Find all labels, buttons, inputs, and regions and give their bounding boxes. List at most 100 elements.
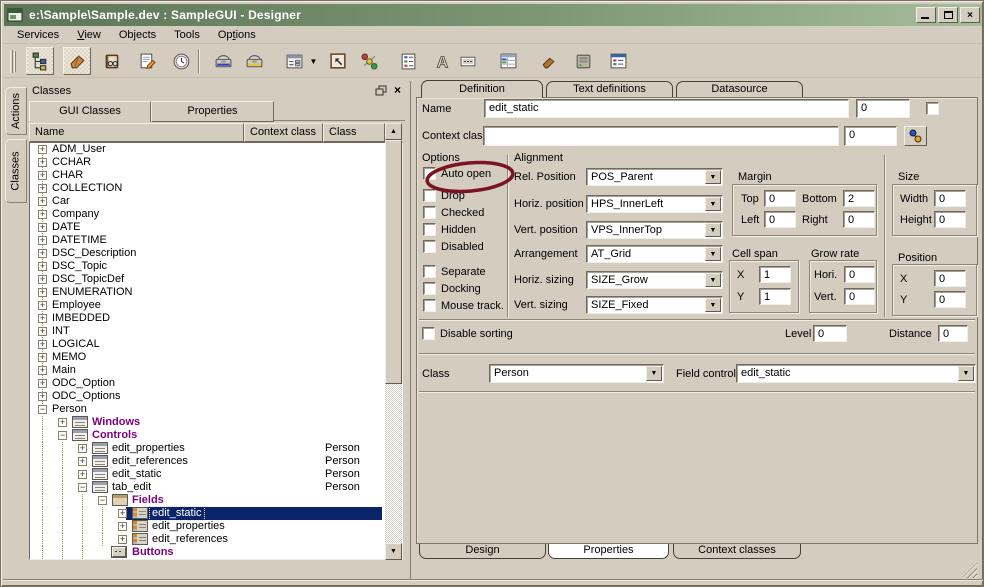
tree-row[interactable]: +Car <box>30 195 382 208</box>
scroll-down-icon[interactable]: ▼ <box>385 543 402 560</box>
tree-row[interactable]: +edit_properties <box>30 520 382 533</box>
name-input[interactable]: edit_static <box>484 99 849 118</box>
context-class-picker-button[interactable] <box>904 126 927 146</box>
chevron-down-icon[interactable]: ▼ <box>705 197 721 211</box>
server-button[interactable] <box>569 47 597 75</box>
menu-item-objects[interactable]: Objects <box>110 27 165 43</box>
close-panel-icon[interactable]: × <box>391 85 404 97</box>
sidebar-tab-actions[interactable]: Actions <box>5 87 27 135</box>
tree-row[interactable]: +MEMO <box>30 351 382 364</box>
tree-row[interactable]: +DSC_TopicDef <box>30 273 382 286</box>
chevron-down-icon[interactable]: ▼ <box>705 298 721 312</box>
tree-row[interactable]: +ODC_Options <box>30 390 382 403</box>
tree-row[interactable]: +ODC_Option <box>30 377 382 390</box>
level-input[interactable]: 0 <box>813 325 847 342</box>
title-bar[interactable]: e:\Sample\Sample.dev : SampleGUI - Desig… <box>4 4 982 26</box>
column-header-name[interactable]: Name <box>29 123 244 142</box>
drawer-blue-button[interactable] <box>209 47 237 75</box>
tree-row[interactable]: +INT <box>30 325 382 338</box>
eraser-brown-button[interactable] <box>534 47 562 75</box>
tree-row[interactable]: +DSC_Description <box>30 247 382 260</box>
tree-expander[interactable]: + <box>38 223 47 232</box>
tree-row[interactable]: +IMBEDDED <box>30 312 382 325</box>
chevron-down-icon[interactable]: ▼ <box>705 273 721 287</box>
tab-datasource[interactable]: Datasource <box>676 81 803 97</box>
tree-expander[interactable]: − <box>98 496 107 505</box>
field-control-combobox[interactable]: edit_static ▼ <box>736 364 976 383</box>
tree-expander[interactable]: + <box>118 535 127 544</box>
cell-span-x-input[interactable]: 1 <box>759 266 791 283</box>
tree-row[interactable]: −Fields <box>30 494 382 507</box>
traffic-light-button[interactable] <box>355 47 383 75</box>
rel-position-combobox[interactable]: POS_Parent▼ <box>586 168 723 186</box>
tree-scrollbar[interactable]: ▲ ▼ <box>385 123 402 560</box>
tree-expander[interactable]: + <box>38 184 47 193</box>
tree-row[interactable]: +LOGICAL <box>30 338 382 351</box>
tree-expander[interactable]: + <box>38 379 47 388</box>
vert-sizing-combobox[interactable]: SIZE_Fixed▼ <box>586 296 723 314</box>
minimize-button[interactable] <box>916 7 936 23</box>
grow-rate-vert-input[interactable]: 0 <box>844 288 875 305</box>
window-arrow-button[interactable] <box>324 47 352 75</box>
option-checkbox-disabled[interactable] <box>423 240 436 253</box>
column-header-context-class[interactable]: Context class <box>244 123 323 142</box>
menu-item-services[interactable]: Services <box>8 27 68 43</box>
edit-document-button[interactable] <box>133 47 161 75</box>
margin-bottom-input[interactable]: 2 <box>843 190 875 207</box>
size-width-input[interactable]: 0 <box>934 190 966 207</box>
margin-top-input[interactable]: 0 <box>764 190 796 207</box>
column-header-class[interactable]: Class <box>323 123 385 142</box>
close-button[interactable]: × <box>960 7 980 23</box>
hierarchy-button[interactable] <box>26 47 54 75</box>
resize-grip[interactable] <box>962 563 977 578</box>
tree-expander[interactable]: + <box>38 262 47 271</box>
tree-row[interactable]: +edit_references <box>30 533 382 546</box>
tree-row[interactable]: +CCHAR <box>30 156 382 169</box>
distance-input[interactable]: 0 <box>938 325 968 342</box>
tree-row[interactable]: +Main <box>30 364 382 377</box>
tree-expander[interactable]: + <box>78 470 87 479</box>
tree-row[interactable]: +Windows <box>30 416 382 429</box>
menu-item-view[interactable]: View <box>68 27 110 43</box>
table-button[interactable] <box>494 47 522 75</box>
tree-expander[interactable]: + <box>38 392 47 401</box>
tree-row[interactable]: +DATE <box>30 221 382 234</box>
sidebar-tab-classes[interactable]: Classes <box>5 139 27 203</box>
scrollbar-thumb[interactable] <box>385 140 402 384</box>
tree-expander[interactable]: + <box>38 171 47 180</box>
name-checkbox[interactable] <box>926 102 939 115</box>
position-x-input[interactable]: 0 <box>934 270 966 287</box>
name-number-input[interactable]: 0 <box>856 99 910 118</box>
tree-row[interactable]: −tab_editPerson <box>30 481 382 494</box>
tree-expander[interactable]: + <box>58 418 67 427</box>
tab-properties[interactable]: Properties <box>548 544 669 559</box>
tree-expander[interactable]: + <box>38 327 47 336</box>
margin-right-input[interactable]: 0 <box>843 211 875 228</box>
tree-row[interactable]: +ADM_User <box>30 143 382 156</box>
tab-design[interactable]: Design <box>419 544 546 559</box>
vert-position-combobox[interactable]: VPS_InnerTop▼ <box>586 221 723 239</box>
chevron-down-icon[interactable]: ▼ <box>705 170 721 184</box>
tree-expander[interactable]: + <box>38 158 47 167</box>
tree-expander[interactable]: − <box>78 483 87 492</box>
tree-row[interactable]: −Person <box>30 403 382 416</box>
panel-splitter[interactable] <box>410 81 411 579</box>
maximize-button[interactable] <box>938 7 958 23</box>
tree-row[interactable]: +ENUMERATION <box>30 286 382 299</box>
chevron-down-icon[interactable]: ▼ <box>958 366 974 381</box>
tree-row[interactable]: +COLLECTION <box>30 182 382 195</box>
tree-expander[interactable]: + <box>38 340 47 349</box>
tree-expander[interactable]: + <box>38 288 47 297</box>
tree-row[interactable]: +edit_referencesPerson <box>30 455 382 468</box>
tree-expander[interactable]: + <box>38 314 47 323</box>
form-grid-button[interactable] <box>280 47 308 75</box>
eraser-button[interactable] <box>63 47 91 75</box>
horiz-position-combobox[interactable]: HPS_InnerLeft▼ <box>586 195 723 213</box>
book-glasses-button[interactable] <box>98 47 126 75</box>
cell-span-y-input[interactable]: 1 <box>759 288 791 305</box>
tab-text-definitions[interactable]: Text definitions <box>546 81 673 97</box>
clock-button[interactable] <box>167 47 195 75</box>
chevron-down-icon[interactable]: ▼ <box>705 223 721 237</box>
tree-expander[interactable]: + <box>38 197 47 206</box>
context-class-input[interactable] <box>483 126 839 146</box>
